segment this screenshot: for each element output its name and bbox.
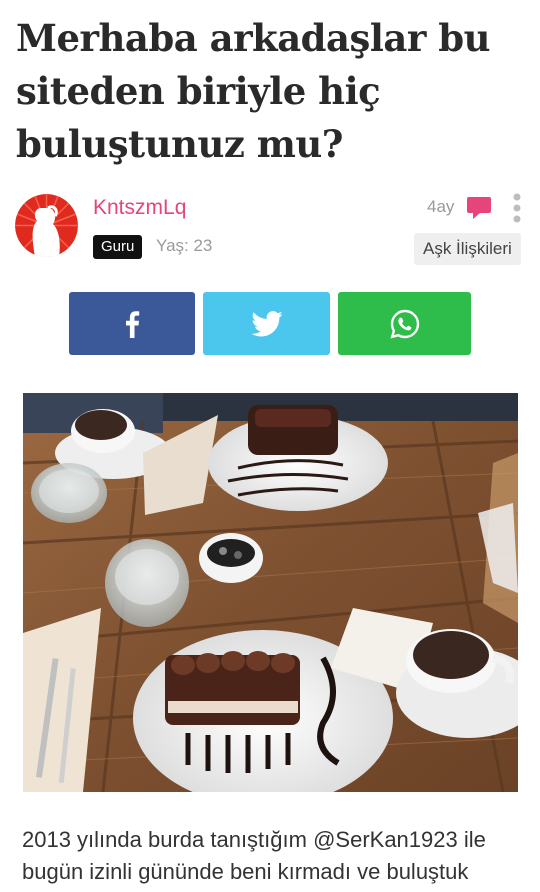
author-username[interactable]: KntszmLq	[93, 196, 186, 220]
post-body: 2013 yılında burda tanıştığım @SerKan192…	[22, 827, 486, 884]
more-options-icon[interactable]	[510, 193, 524, 223]
twitter-share-button[interactable]	[203, 292, 330, 355]
author-avatar[interactable]	[15, 194, 78, 257]
post-time: 4ay	[427, 197, 455, 216]
avatar-image	[15, 194, 78, 257]
comment-icon[interactable]	[466, 195, 492, 221]
cafe-table-photo	[23, 393, 518, 792]
category-tag[interactable]: Aşk İlişkileri	[414, 233, 521, 265]
author-rank-badge: Guru	[93, 235, 143, 259]
facebook-share-button[interactable]	[69, 292, 195, 355]
author-age: Yaş: 23	[156, 236, 213, 255]
twitter-icon	[250, 310, 283, 336]
question-title: Merhaba arkadaşlar bu siteden biriyle hi…	[16, 16, 491, 166]
whatsapp-share-button[interactable]	[338, 292, 471, 355]
whatsapp-icon	[389, 309, 419, 338]
post-photo[interactable]	[23, 393, 518, 792]
facebook-icon	[126, 310, 140, 338]
